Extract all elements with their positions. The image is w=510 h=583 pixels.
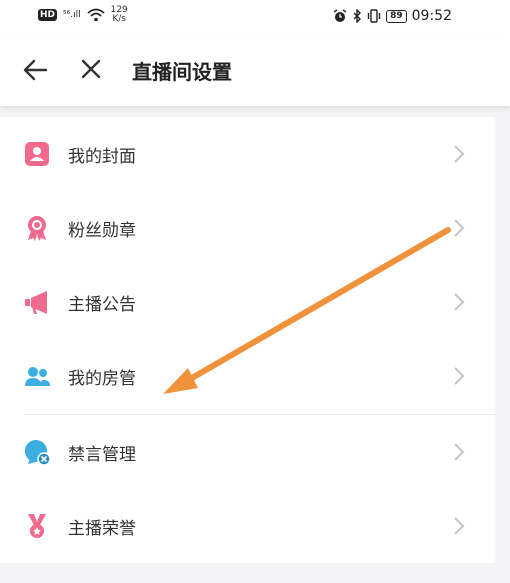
- bluetooth-icon: [353, 9, 362, 23]
- chevron-right-icon: [454, 293, 465, 311]
- menu-item-room-admins[interactable]: 我的房管: [0, 339, 495, 413]
- chevron-right-icon: [454, 443, 465, 461]
- users-icon: [25, 367, 50, 386]
- status-bar: HD ⁵⁶.ıll 129 K/s 89 09:52: [0, 0, 510, 34]
- chevron-right-icon: [454, 517, 465, 535]
- chevron-right-icon: [454, 367, 465, 385]
- menu-item-cover[interactable]: 我的封面: [0, 117, 495, 191]
- menu-item-label: 禁言管理: [68, 445, 136, 465]
- menu-item-label: 我的房管: [68, 369, 136, 389]
- menu-item-host-honor[interactable]: 主播荣誉: [0, 489, 495, 563]
- menu-item-label: 粉丝勋章: [68, 221, 136, 241]
- close-icon[interactable]: [80, 58, 102, 80]
- menu-item-label: 我的封面: [68, 147, 136, 167]
- clock: 09:52: [411, 8, 452, 24]
- chevron-right-icon: [454, 145, 465, 163]
- menu-item-announcement[interactable]: 主播公告: [0, 265, 495, 339]
- mute-chat-icon: [25, 440, 50, 465]
- signal-indicator: ⁵⁶.ıll: [63, 9, 81, 20]
- hd-badge: HD: [38, 9, 58, 21]
- battery-level: 89: [386, 9, 407, 23]
- medal-icon: [28, 216, 46, 241]
- nav-header: 直播间设置: [0, 34, 510, 106]
- speed-unit: K/s: [112, 14, 126, 24]
- alarm-icon: [333, 9, 347, 22]
- status-right: 89 09:52: [333, 8, 452, 24]
- cover-icon: [25, 142, 49, 166]
- settings-list: 我的封面 粉丝勋章 主播公告 我的房管 禁言管理 主播荣誉: [0, 117, 495, 563]
- chevron-right-icon: [454, 219, 465, 237]
- menu-item-fan-medal[interactable]: 粉丝勋章: [0, 191, 495, 265]
- menu-item-label: 主播公告: [68, 295, 136, 315]
- page-title: 直播间设置: [132, 60, 232, 84]
- network-speed: 129 K/s: [111, 6, 128, 24]
- honor-badge-icon: [28, 514, 46, 538]
- section-divider: [24, 414, 495, 415]
- menu-item-label: 主播荣誉: [68, 519, 136, 539]
- menu-item-mute-management[interactable]: 禁言管理: [0, 415, 495, 489]
- back-arrow-icon[interactable]: [22, 58, 48, 82]
- wifi-icon: [87, 8, 105, 22]
- status-left: HD ⁵⁶.ıll 129 K/s: [38, 6, 128, 24]
- vibrate-icon: [367, 9, 381, 23]
- megaphone-icon: [25, 291, 47, 314]
